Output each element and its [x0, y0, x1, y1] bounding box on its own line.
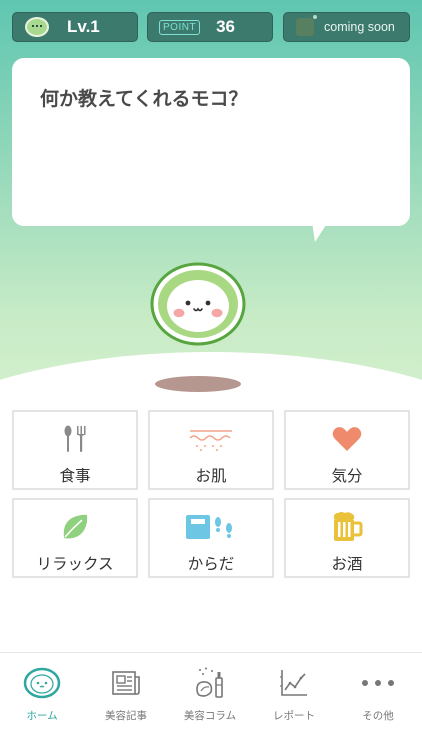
category-tile-relax[interactable]: リラックス: [12, 498, 138, 578]
point-indicator[interactable]: POINT 36: [147, 12, 273, 42]
speech-bubble-tail: [312, 222, 328, 242]
tab-label: ホーム: [26, 710, 58, 722]
category-grid: 食事 お肌 気分 リラックス からだ お酒: [12, 410, 410, 578]
category-label: からだ: [187, 555, 235, 573]
category-label: お肌: [195, 467, 227, 485]
category-tile-skin[interactable]: お肌: [148, 410, 274, 490]
category-tile-mood[interactable]: 気分: [284, 410, 410, 490]
level-text: Lv.1: [67, 17, 100, 36]
speech-bubble: 何か教えてくれるモコ？: [12, 58, 410, 226]
newspaper-icon: [111, 667, 141, 699]
tab-home[interactable]: ホーム: [0, 653, 84, 731]
cosmetics-icon: [194, 667, 226, 699]
point-badge: POINT: [159, 19, 201, 35]
tab-other[interactable]: その他: [336, 653, 420, 731]
tab-report[interactable]: レポート: [252, 653, 336, 731]
skin-icon: [188, 424, 234, 454]
more-dots-icon: [361, 667, 395, 699]
mascot-shadow: [155, 376, 241, 392]
fork-knife-icon: [62, 424, 88, 454]
coming-soon-indicator[interactable]: coming soon: [283, 12, 410, 42]
level-indicator[interactable]: Lv.1: [12, 12, 138, 42]
category-tile-alcohol[interactable]: お酒: [284, 498, 410, 578]
category-tile-meal[interactable]: 食事: [12, 410, 138, 490]
hero-background: Lv.1 POINT 36 coming soon 何か教えてくれるモコ？: [0, 0, 422, 420]
coming-soon-text: coming soon: [324, 20, 395, 34]
bottom-tab-bar: ホーム 美容記事 美容コラム レポート その他: [0, 652, 422, 750]
tab-beauty-articles[interactable]: 美容記事: [84, 653, 168, 731]
beer-icon: [331, 512, 363, 542]
chart-icon: [279, 667, 309, 699]
category-label: 食事: [59, 467, 91, 485]
tab-label: レポート: [273, 710, 315, 722]
scale-footprints-icon: [185, 512, 237, 542]
tab-label: その他: [362, 710, 394, 722]
coming-soon-icon: [296, 15, 317, 36]
tab-label: 美容記事: [105, 710, 147, 722]
category-label: 気分: [331, 467, 363, 485]
mascot-face-icon: [23, 667, 61, 699]
mascot-character[interactable]: [150, 262, 246, 346]
level-mascot-icon: [25, 17, 49, 37]
point-value: 36: [216, 17, 235, 36]
tab-label: 美容コラム: [183, 710, 237, 722]
category-tile-body[interactable]: からだ: [148, 498, 274, 578]
leaf-icon: [60, 512, 90, 542]
category-label: リラックス: [36, 555, 114, 573]
heart-icon: [332, 424, 362, 454]
category-label: お酒: [331, 555, 363, 573]
bubble-question: 何か教えてくれるモコ？: [40, 88, 248, 110]
tab-beauty-column[interactable]: 美容コラム: [168, 653, 252, 731]
